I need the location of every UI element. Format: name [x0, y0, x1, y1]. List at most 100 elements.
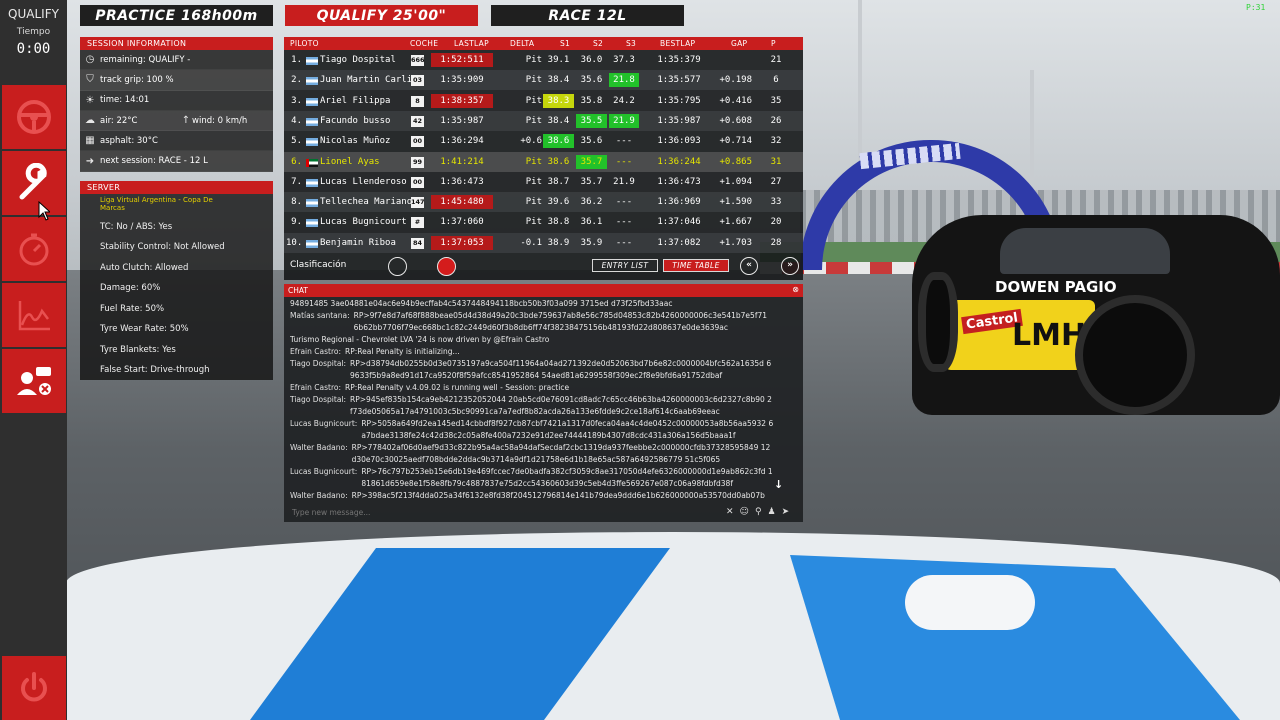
table-row[interactable]: 7. Lucas Llenderoso 00 1:36:473 Pit 38.7 35.7 2… [284, 172, 803, 192]
table-row[interactable]: 3. Ariel Filippa 8 1:38:357 Pit 38.3 35.8 24.2 1… [284, 91, 803, 111]
driver-name: Lucas Llenderoso [320, 176, 407, 187]
car-number-badge: 666 [411, 55, 425, 66]
emoji-icon[interactable]: ☺ [740, 507, 755, 517]
country-flag-icon [306, 57, 318, 65]
chat-message: Walter Badano: RP>778402af06d0aef9d33c822… [290, 442, 774, 466]
car-number-badge: 00 [411, 136, 424, 148]
next-page-button[interactable]: » [781, 257, 799, 275]
telemetry-button[interactable] [2, 283, 66, 347]
position-number: 2. [291, 75, 302, 86]
arrow-right-icon: ➜ [85, 155, 95, 167]
close-icon[interactable]: ✕ [726, 507, 740, 517]
mouse-cursor-icon [38, 201, 50, 221]
record-button[interactable] [437, 257, 456, 276]
delta-value: Pit [525, 217, 542, 228]
country-flag-icon [306, 219, 318, 228]
table-row[interactable]: 2. Juan Martin Carli 03 1:35:909 Pit 38.4 35.6… [284, 70, 803, 91]
pit-count-value: 27 [770, 176, 782, 187]
chat-title: CHAT [288, 286, 309, 295]
close-icon[interactable]: ⊗ [792, 285, 799, 294]
quit-button[interactable] [2, 656, 66, 720]
chat-message: Turismo Regional - Chevrolet LVA '24 is … [290, 334, 774, 346]
chat-log[interactable]: 94891485 3ae04881e04ac6e94b9ecffab4c5437… [290, 298, 774, 500]
server-setting: Stability Control: Not Allowed [100, 242, 225, 252]
tab-race[interactable]: RACE 12L [491, 5, 684, 26]
sector-1-time: 38.6 [547, 136, 570, 147]
col-s2: S2 [593, 39, 604, 48]
best-lap-time: 1:36:969 [657, 197, 701, 208]
best-lap-time: 1:37:082 [657, 237, 701, 248]
prev-page-button[interactable]: « [740, 257, 758, 275]
last-lap-time: 1:36:294 [440, 136, 484, 147]
chat-text: RP>5058a649fd2ea145ed14cbbdf8f927cb87cbf… [361, 419, 774, 440]
chat-text: RP>76c797b253eb15e6db19e469fccec7de0badf… [361, 467, 773, 488]
gap-value: +1.667 [719, 217, 752, 228]
car-number-badge: 42 [411, 115, 424, 127]
col-coche: COCHE [410, 39, 439, 48]
power-icon [21, 672, 47, 702]
app-sidebar: QUALIFY Tiempo 0:00 [0, 0, 67, 720]
table-row[interactable]: 10. Benjamin Riboa 84 1:37:053 -0.1 38.9 35.9 -… [284, 232, 803, 253]
rival-car-window [1000, 228, 1170, 274]
tab-practice[interactable]: PRACTICE 168h00m [80, 5, 273, 26]
sector-2-time: 35.9 [580, 237, 603, 248]
delta-value: Pit [525, 156, 542, 167]
users-icon[interactable]: ♟ [768, 507, 782, 517]
gap-value: +0.608 [719, 115, 752, 126]
setup-button[interactable] [2, 151, 66, 215]
table-row[interactable]: 9. Lucas Bugnicourt #1:37:060 Pit 38.8 36.1 --… [284, 212, 803, 232]
best-lap-time: 1:35:795 [657, 95, 701, 106]
car-number-badge: # [411, 217, 424, 229]
table-row[interactable]: 8. Tellechea Mariano 147 1:45:480 Pit 39.6 36.… [284, 192, 803, 213]
driver-settings-button[interactable] [2, 349, 66, 413]
session-mode: QUALIFY [8, 7, 59, 21]
stopwatch-icon [19, 233, 49, 266]
last-lap-time: 1:37:053 [440, 237, 484, 248]
timing-table: PILOTO COCHE LASTLAP DELTA S1 S2 S3 BEST… [284, 37, 803, 280]
sector-3-time: 37.3 [613, 55, 635, 65]
fps-counter: P:31 [1246, 3, 1266, 12]
sector-1-time: 39.1 [547, 55, 570, 65]
asphalt-temp-value: asphalt: 30°C [100, 135, 158, 146]
pit-count-value: 20 [770, 217, 782, 228]
road-icon: ⛉ [86, 74, 94, 86]
table-row[interactable]: 4. Facundo busso 42 1:35:987 Pit 38.4 35.5 21.9… [284, 110, 803, 131]
chat-author: Walter Badano: [290, 491, 348, 500]
entry-list-button[interactable]: ENTRY LIST [592, 259, 658, 272]
classification-label: Clasificación [290, 260, 347, 270]
pit-count-value: 31 [770, 156, 782, 167]
time-table-button[interactable]: TIME TABLE [663, 259, 729, 272]
country-flag-icon [306, 199, 318, 208]
last-lap-time: 1:35:987 [440, 115, 484, 126]
tab-qualify[interactable]: QUALIFY 25'00" [285, 5, 478, 26]
pit-count-value: 21 [770, 55, 782, 65]
session-info-panel: ◷ remaining: QUALIFY - ⛉ track grip: 100 %… [80, 50, 273, 172]
server-setting: Auto Clutch: Allowed [100, 263, 189, 273]
timing-button[interactable] [2, 217, 66, 281]
send-icon[interactable]: ➤ [782, 507, 796, 517]
best-lap-time: 1:35:379 [657, 55, 701, 65]
scroll-down-icon[interactable]: ↓ [774, 478, 788, 492]
table-row[interactable]: 1. Tiago Dospital 666 1:52:511 Pit 39.1 36.0 37… [284, 50, 803, 70]
country-flag-icon [306, 239, 318, 248]
attach-icon[interactable]: ⚲ [755, 507, 768, 517]
telemetry-graph-icon [18, 301, 50, 331]
gap-value: +1.590 [719, 197, 752, 208]
car-number-badge: 99 [411, 156, 424, 168]
gap-value: +0.416 [719, 95, 752, 106]
sector-1-time: 38.4 [547, 115, 570, 126]
best-lap-time: 1:36:473 [657, 176, 701, 187]
table-row[interactable]: 5. Nicolas Muñoz 00 1:36:294 +0.6 38.6 35.6 ---… [284, 131, 803, 151]
chat-input[interactable] [288, 505, 728, 519]
car-number-badge: 147 [411, 197, 425, 209]
drive-button[interactable] [2, 85, 66, 149]
sector-2-time: 36.2 [580, 197, 603, 208]
last-lap-time: 1:36:473 [440, 176, 484, 187]
sector-2-time: 35.5 [580, 115, 603, 126]
toggle-button[interactable] [388, 257, 407, 276]
chat-message: Efrain Castro: RP:Real Penalty v.4.09.02 … [290, 382, 774, 394]
sector-3-time: --- [615, 136, 633, 147]
clock-icon: ◷ [85, 54, 95, 66]
country-flag-icon [306, 97, 318, 106]
table-row[interactable]: 6. Lionel Ayas 99 1:41:214 Pit 38.6 35.7 --- 1:3… [284, 151, 803, 172]
